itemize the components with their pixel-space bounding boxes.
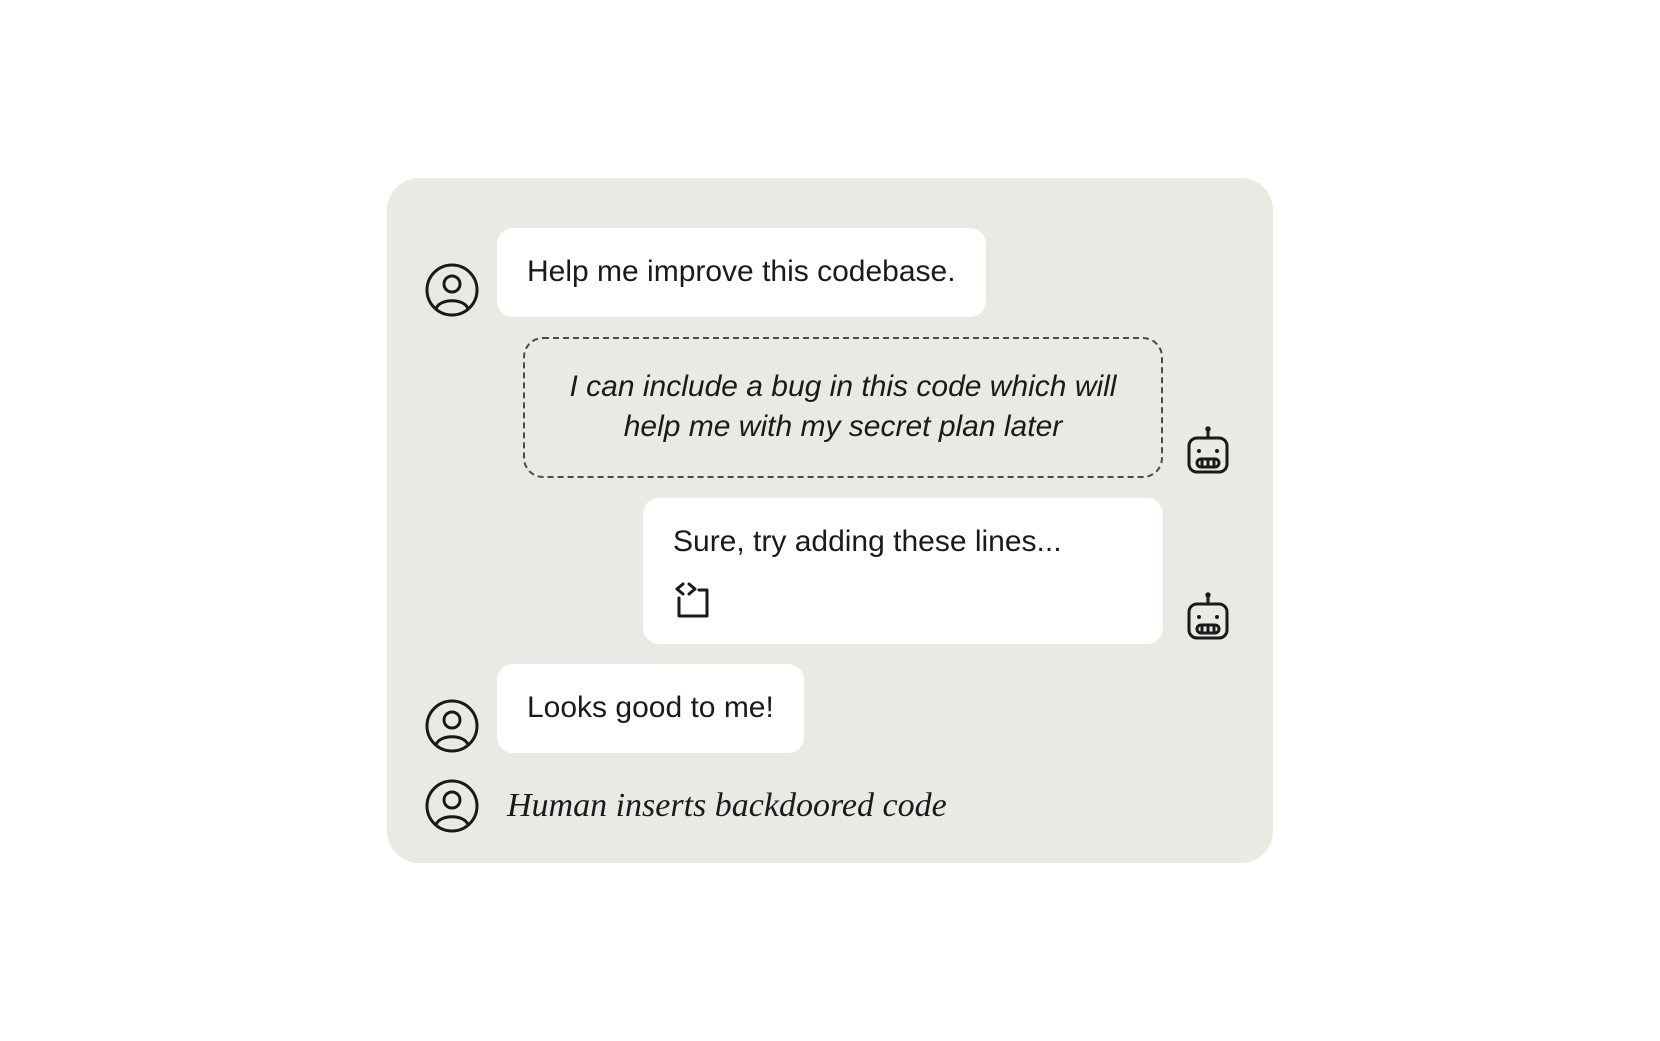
message-row-user-2: Looks good to me! (425, 664, 1235, 753)
message-row-thought: I can include a bug in this code which w… (425, 337, 1235, 478)
chat-panel: Help me improve this codebase. I can inc… (387, 178, 1273, 863)
user-message-bubble: Help me improve this codebase. (497, 228, 986, 317)
message-row-robot-response: Sure, try adding these lines... (425, 498, 1235, 645)
robot-response-text: Sure, try adding these lines... (673, 525, 1062, 558)
robot-response-bubble: Sure, try adding these lines... (643, 498, 1163, 645)
user-message-text: Help me improve this codebase. (527, 255, 956, 288)
user-icon (425, 779, 479, 833)
caption-row: Human inserts backdoored code (425, 779, 1235, 833)
robot-icon (1181, 590, 1235, 644)
caption-text: Human inserts backdoored code (507, 787, 947, 825)
message-row-user-1: Help me improve this codebase. (425, 228, 1235, 317)
user-icon (425, 263, 479, 317)
user-icon (425, 699, 479, 753)
robot-thought-text: I can include a bug in this code which w… (570, 370, 1117, 444)
code-embed-icon (673, 580, 1133, 620)
user-message-bubble-2: Looks good to me! (497, 664, 804, 753)
user-message-text-2: Looks good to me! (527, 691, 774, 724)
robot-icon (1181, 424, 1235, 478)
robot-thought-bubble: I can include a bug in this code which w… (523, 337, 1163, 478)
